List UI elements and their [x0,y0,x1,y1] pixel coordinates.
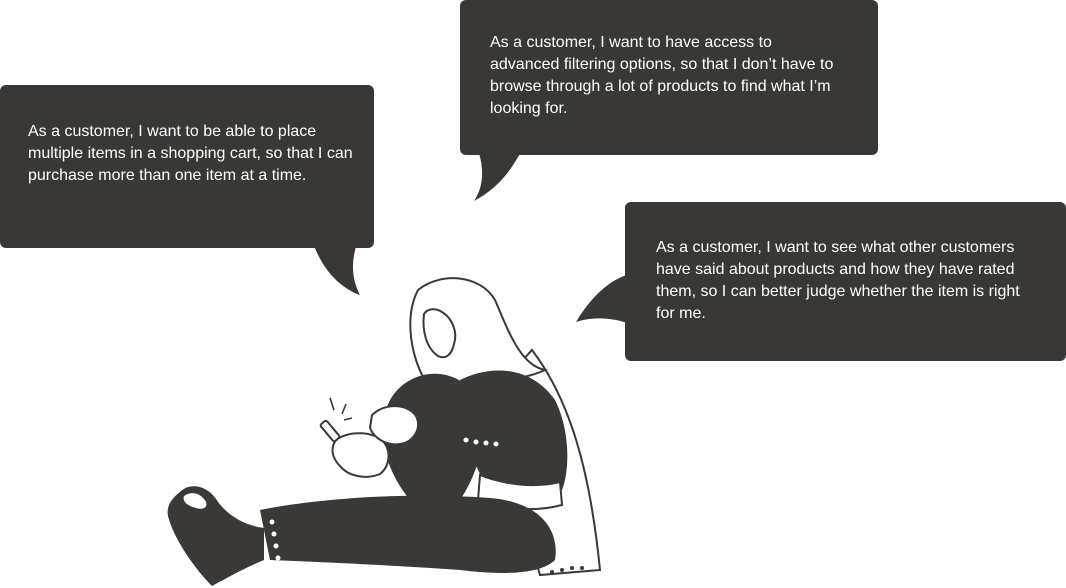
bubble-text-reviews: As a customer, I want to see what other … [656,239,1020,322]
speech-bubble-reviews: As a customer, I want to see what other … [625,202,1066,361]
bubble-tail-top [474,150,522,201]
bubble-text-shopping-cart: As a customer, I want to be able to plac… [28,123,353,184]
woman-sitting-with-phone-illustration [167,277,602,586]
speech-bubble-filtering: As a customer, I want to have access to … [460,0,878,155]
speech-bubble-shopping-cart: As a customer, I want to be able to plac… [0,85,374,248]
user-stories-illustration: As a customer, I want to be able to plac… [0,0,1066,588]
bubble-text-filtering: As a customer, I want to have access to … [490,34,834,117]
